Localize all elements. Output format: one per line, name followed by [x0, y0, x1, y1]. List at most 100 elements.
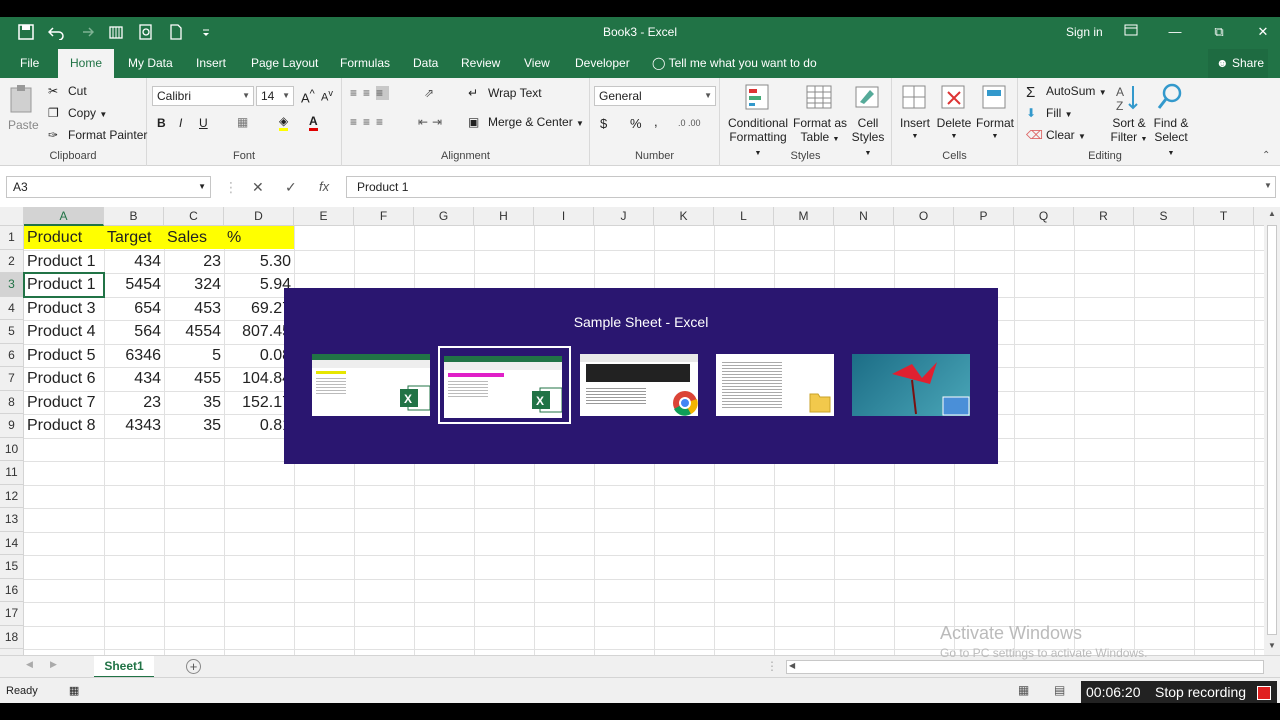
cell-b3[interactable]: 5454	[104, 273, 164, 297]
column-header-e[interactable]: E	[294, 207, 354, 226]
cell-b9[interactable]: 4343	[104, 414, 164, 438]
switcher-item-chrome[interactable]	[576, 346, 709, 424]
number-format-select[interactable]: General ▼	[594, 86, 716, 106]
cell-a7[interactable]: Product 6	[24, 367, 104, 391]
cell-b2[interactable]: 434	[104, 250, 164, 274]
scroll-up-icon[interactable]: ▲	[1268, 209, 1276, 218]
increase-font-icon[interactable]: A^	[301, 88, 315, 105]
next-sheet-icon[interactable]: ▶	[50, 659, 57, 670]
tab-developer[interactable]: Developer	[571, 49, 634, 78]
cell-b5[interactable]: 564	[104, 320, 164, 344]
orientation-icon[interactable]: ⇗	[424, 86, 434, 100]
vertical-scrollbar[interactable]: ▲ ▼	[1264, 207, 1280, 655]
row-header-3[interactable]: 3	[0, 273, 24, 297]
sort-filter-button[interactable]: AZ Sort & Filter ▼	[1108, 82, 1150, 147]
tell-me-search[interactable]: ◯ Tell me what you want to do	[652, 49, 817, 78]
tab-page-layout[interactable]: Page Layout	[247, 49, 322, 78]
page-layout-view-icon[interactable]: ▤	[1054, 683, 1065, 697]
decrease-font-icon[interactable]: Av	[321, 88, 333, 104]
cell-a9[interactable]: Product 8	[24, 414, 104, 438]
bold-button[interactable]: B	[157, 116, 166, 130]
sign-in-link[interactable]: Sign in	[1066, 25, 1103, 39]
column-header-h[interactable]: H	[474, 207, 534, 226]
clear-button[interactable]: ⌫ Clear ▼	[1026, 128, 1086, 144]
column-header-a[interactable]: A	[24, 207, 104, 226]
switcher-item-excel-1[interactable]: X	[308, 346, 441, 424]
font-color-icon[interactable]: A	[309, 114, 318, 131]
font-name-select[interactable]: Calibri ▼	[152, 86, 254, 106]
row-header-5[interactable]: 5	[0, 320, 24, 344]
column-header-o[interactable]: O	[894, 207, 954, 226]
tab-my-data[interactable]: My Data	[124, 49, 177, 78]
scroll-down-icon[interactable]: ▼	[1268, 641, 1276, 650]
scroll-left-icon[interactable]: ◀	[789, 661, 795, 670]
sheet-tab-sheet1[interactable]: Sheet1	[94, 656, 154, 678]
row-header-12[interactable]: 12	[0, 484, 24, 508]
column-header-f[interactable]: F	[354, 207, 414, 226]
column-header-m[interactable]: M	[774, 207, 834, 226]
cell-a6[interactable]: Product 5	[24, 344, 104, 368]
formula-input[interactable]: Product 1	[346, 176, 1276, 198]
switcher-item-explorer[interactable]	[712, 346, 845, 424]
delete-cells-button[interactable]: Delete ▼	[934, 82, 974, 144]
cell-a2[interactable]: Product 1	[24, 250, 104, 274]
row-header-18[interactable]: 18	[0, 625, 24, 649]
column-header-b[interactable]: B	[104, 207, 164, 226]
column-header-g[interactable]: G	[414, 207, 474, 226]
cell-a8[interactable]: Product 7	[24, 391, 104, 415]
row-header-14[interactable]: 14	[0, 531, 24, 555]
tab-view[interactable]: View	[520, 49, 554, 78]
tab-review[interactable]: Review	[457, 49, 504, 78]
row-header-11[interactable]: 11	[0, 461, 24, 485]
column-header-n[interactable]: N	[834, 207, 894, 226]
column-header-k[interactable]: K	[654, 207, 714, 226]
row-header-4[interactable]: 4	[0, 296, 24, 320]
cell-d1[interactable]: %	[224, 226, 294, 250]
wrap-text-button[interactable]: ↵ Wrap Text	[468, 86, 542, 102]
row-header-9[interactable]: 9	[0, 414, 24, 438]
tab-data[interactable]: Data	[409, 49, 442, 78]
cell-d2[interactable]: 5.30	[224, 250, 294, 274]
column-header-d[interactable]: D	[224, 207, 294, 226]
fill-color-icon[interactable]: ◈	[279, 114, 289, 131]
font-size-select[interactable]: 14 ▼	[256, 86, 294, 106]
share-button[interactable]: ☻ Share	[1208, 49, 1268, 78]
cut-button[interactable]: ✂ Cut	[48, 84, 87, 100]
format-as-table-button[interactable]: Format as Table ▼	[792, 82, 848, 147]
cell-a4[interactable]: Product 3	[24, 297, 104, 321]
column-header-l[interactable]: L	[714, 207, 774, 226]
row-header-10[interactable]: 10	[0, 437, 24, 461]
cell-c8[interactable]: 35	[164, 391, 224, 415]
expand-formula-icon[interactable]: ▼	[1264, 181, 1272, 190]
cell-c3[interactable]: 324	[164, 273, 224, 297]
switcher-item-excel-2[interactable]: X	[438, 346, 571, 424]
name-box[interactable]: A3 ▼	[6, 176, 211, 198]
format-painter-button[interactable]: ✑ Format Painter	[48, 128, 147, 144]
cell-c6[interactable]: 5	[164, 344, 224, 368]
horizontal-scrollbar[interactable]: ◀	[786, 660, 1264, 674]
indent-icons[interactable]: ⇤⇥	[418, 115, 446, 129]
column-header-i[interactable]: I	[534, 207, 594, 226]
cell-b8[interactable]: 23	[104, 391, 164, 415]
tab-insert[interactable]: Insert	[192, 49, 230, 78]
column-header-q[interactable]: Q	[1014, 207, 1074, 226]
cell-b7[interactable]: 434	[104, 367, 164, 391]
macro-record-icon[interactable]: ▦	[69, 685, 79, 697]
cell-a5[interactable]: Product 4	[24, 320, 104, 344]
cell-c1[interactable]: Sales	[164, 226, 224, 250]
cancel-icon[interactable]: ✕	[252, 179, 264, 196]
column-header-t[interactable]: T	[1194, 207, 1254, 226]
collapse-ribbon-icon[interactable]: ⌃	[1262, 150, 1270, 161]
cell-b1[interactable]: Target	[104, 226, 164, 250]
column-header-p[interactable]: P	[954, 207, 1014, 226]
merge-center-button[interactable]: ▣ Merge & Center ▼	[468, 115, 584, 131]
copy-button[interactable]: ❐ Copy ▼	[48, 106, 107, 122]
underline-button[interactable]: U	[199, 116, 208, 130]
column-header-s[interactable]: S	[1134, 207, 1194, 226]
cell-c5[interactable]: 4554	[164, 320, 224, 344]
cell-a1[interactable]: Product	[24, 226, 104, 250]
cell-c4[interactable]: 453	[164, 297, 224, 321]
select-all-corner[interactable]	[0, 207, 24, 226]
cell-c9[interactable]: 35	[164, 414, 224, 438]
switcher-item-desktop[interactable]	[848, 346, 981, 424]
